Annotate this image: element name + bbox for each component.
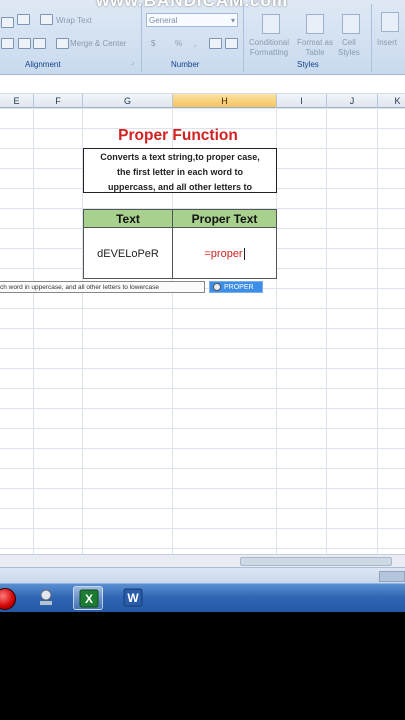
excel-app-icon: X bbox=[79, 589, 99, 608]
description-line: uppercass, and all other letters to bbox=[107, 182, 253, 192]
conditional-formatting-label-1: Conditional bbox=[249, 38, 290, 47]
status-bar bbox=[0, 567, 405, 584]
table-header-text[interactable]: Text bbox=[83, 209, 173, 228]
alignment-group-label: Alignment bbox=[25, 60, 61, 69]
formula-text: =proper bbox=[204, 248, 243, 260]
network-app-icon bbox=[40, 589, 52, 605]
horizontal-scrollbar[interactable] bbox=[0, 554, 405, 567]
svg-text:X: X bbox=[85, 592, 93, 606]
scrollbar-thumb[interactable] bbox=[240, 557, 392, 566]
description-line: the first letter in each word to bbox=[116, 167, 244, 177]
screen: www.BANDICAM.com Wrap Text Merge & Cente… bbox=[0, 0, 405, 612]
orientation-icon[interactable] bbox=[17, 14, 30, 25]
chevron-down-icon: ▾ bbox=[230, 16, 235, 25]
merge-center-button[interactable]: Merge & Center bbox=[70, 39, 126, 48]
sheet-title[interactable]: Proper Function bbox=[84, 127, 272, 145]
conditional-formatting-icon[interactable] bbox=[262, 14, 280, 34]
network-app-button[interactable] bbox=[31, 586, 61, 610]
function-tooltip: ch word in uppercase, and all other lett… bbox=[0, 281, 205, 293]
formula-bar-area bbox=[0, 75, 405, 94]
svg-text:W: W bbox=[127, 591, 139, 605]
comma-button[interactable]: , bbox=[194, 39, 196, 48]
decrease-indent-icon[interactable] bbox=[18, 38, 31, 49]
currency-button[interactable]: $ bbox=[151, 39, 155, 48]
column-header-f[interactable]: F bbox=[34, 94, 83, 108]
format-as-table-label-1: Format as bbox=[297, 38, 334, 47]
column-header-h[interactable]: H bbox=[173, 94, 277, 108]
description-line: Converts a text string,to proper case, bbox=[100, 152, 260, 162]
increase-decimal-icon[interactable] bbox=[209, 38, 222, 49]
decrease-decimal-icon[interactable] bbox=[225, 38, 238, 49]
view-mode-icons[interactable] bbox=[379, 571, 405, 582]
description-box[interactable]: Converts a text string,to proper case, t… bbox=[83, 148, 277, 193]
conditional-formatting-label-2: Formatting bbox=[249, 48, 289, 57]
record-app-icon[interactable] bbox=[0, 588, 16, 610]
cell-styles-label-1: Cell bbox=[342, 38, 356, 47]
column-header-g[interactable]: G bbox=[83, 94, 173, 108]
cell-styles-button[interactable]: Cell Styles bbox=[338, 38, 360, 58]
gridline bbox=[377, 108, 378, 554]
table-cell-formula[interactable]: =proper bbox=[172, 227, 277, 279]
number-group-label: Number bbox=[171, 60, 200, 69]
taskbar: X W bbox=[0, 583, 405, 612]
wrap-text-icon[interactable] bbox=[40, 14, 53, 25]
increase-indent-icon[interactable] bbox=[33, 38, 46, 49]
column-header-i[interactable]: I bbox=[277, 94, 327, 108]
autocomplete-item[interactable]: PROPER bbox=[209, 281, 263, 293]
watermark: www.BANDICAM.com bbox=[96, 0, 288, 10]
alignment-launcher-icon[interactable]: ⌟ bbox=[131, 58, 134, 66]
styles-group-label: Styles bbox=[297, 60, 319, 69]
gridline bbox=[326, 108, 327, 554]
format-as-table-icon[interactable] bbox=[306, 14, 324, 34]
cell-styles-icon[interactable] bbox=[342, 14, 360, 34]
column-header-j[interactable]: J bbox=[327, 94, 378, 108]
column-header-e[interactable]: E bbox=[0, 94, 34, 108]
number-format-select[interactable]: General ▾ bbox=[146, 13, 238, 27]
table-header-proper-text[interactable]: Proper Text bbox=[172, 209, 277, 228]
conditional-formatting-button[interactable]: Conditional Formatting bbox=[249, 38, 289, 58]
excel-app-button[interactable]: X bbox=[73, 586, 103, 610]
word-app-button[interactable]: W bbox=[118, 586, 148, 610]
function-icon bbox=[213, 283, 221, 291]
autocomplete-label: PROPER bbox=[224, 284, 254, 291]
align-left-icon[interactable] bbox=[1, 17, 14, 28]
percent-button[interactable]: % bbox=[175, 39, 182, 48]
merge-center-icon[interactable] bbox=[56, 38, 69, 49]
wrap-text-button[interactable]: Wrap Text bbox=[56, 16, 92, 25]
ribbon-separator bbox=[243, 4, 244, 72]
format-as-table-button[interactable]: Format as Table bbox=[297, 38, 333, 58]
ribbon-separator bbox=[141, 4, 142, 72]
cell-styles-label-2: Styles bbox=[338, 48, 360, 57]
table-cell-text[interactable]: dEVELoPeR bbox=[83, 227, 173, 279]
number-format-value: General bbox=[149, 16, 178, 25]
ribbon-separator bbox=[371, 4, 372, 72]
insert-cells-icon[interactable] bbox=[381, 12, 399, 32]
column-header-k[interactable]: K bbox=[378, 94, 405, 108]
text-cursor bbox=[243, 248, 245, 261]
insert-button[interactable]: Insert bbox=[377, 38, 397, 47]
ribbon: www.BANDICAM.com Wrap Text Merge & Cente… bbox=[0, 0, 405, 75]
word-app-icon: W bbox=[123, 588, 143, 607]
indent-icon[interactable] bbox=[1, 38, 14, 49]
format-as-table-label-2: Table bbox=[305, 48, 325, 57]
gridline bbox=[33, 108, 34, 554]
